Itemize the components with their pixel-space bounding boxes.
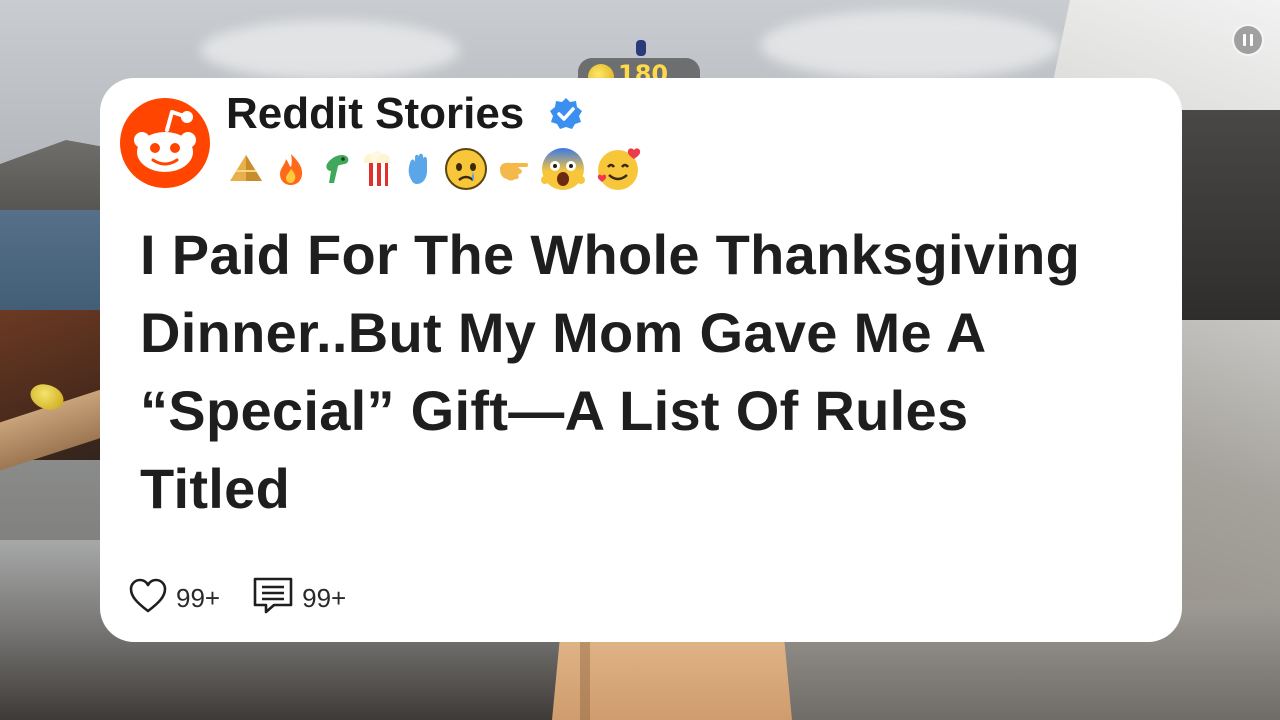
engagement-stats: 99+ 99+ bbox=[128, 576, 378, 621]
pause-icon bbox=[1243, 34, 1246, 46]
cloud bbox=[200, 20, 460, 80]
story-title: I Paid For The Whole Thanksgiving Dinner… bbox=[140, 216, 1150, 528]
channel-name[interactable]: Reddit Stories bbox=[226, 88, 524, 140]
crying-face-emoji-icon bbox=[444, 147, 488, 191]
like-button[interactable]: 99+ bbox=[128, 578, 220, 619]
verified-badge-icon bbox=[548, 96, 584, 132]
screaming-face-emoji-icon bbox=[540, 146, 586, 192]
emoji-row bbox=[226, 146, 650, 192]
reddit-logo-icon[interactable] bbox=[120, 98, 210, 188]
pyramid-emoji-icon bbox=[226, 151, 266, 187]
raised-hand-emoji-icon bbox=[402, 151, 436, 187]
story-title-line: I Paid For The Whole Thanksgiving bbox=[140, 223, 1081, 286]
pause-button[interactable] bbox=[1232, 24, 1264, 56]
story-title-line: Dinner..But My Mom Gave Me A bbox=[140, 301, 987, 364]
comment-button[interactable]: 99+ bbox=[252, 576, 346, 621]
distant-cliff bbox=[0, 140, 110, 220]
pause-icon bbox=[1250, 34, 1253, 46]
runner-character bbox=[636, 40, 646, 56]
comments-count: 99+ bbox=[302, 582, 347, 613]
story-title-line: “Special” Gift—A List Of Rules bbox=[140, 379, 969, 442]
story-card: Reddit Stories I Paid For The Whole Than… bbox=[100, 78, 1182, 642]
fire-emoji-icon bbox=[274, 151, 308, 187]
popcorn-emoji-icon bbox=[360, 150, 394, 188]
comment-icon bbox=[252, 576, 294, 621]
likes-count: 99+ bbox=[176, 582, 221, 613]
story-title-line: Titled bbox=[140, 457, 291, 520]
green-dinosaur-emoji-icon bbox=[316, 151, 352, 187]
pointing-hand-emoji-icon bbox=[496, 153, 532, 185]
cloud bbox=[760, 10, 1060, 80]
dark-building bbox=[1170, 110, 1280, 320]
heart-icon bbox=[128, 578, 168, 619]
smiling-face-with-hearts-emoji-icon bbox=[594, 146, 642, 192]
